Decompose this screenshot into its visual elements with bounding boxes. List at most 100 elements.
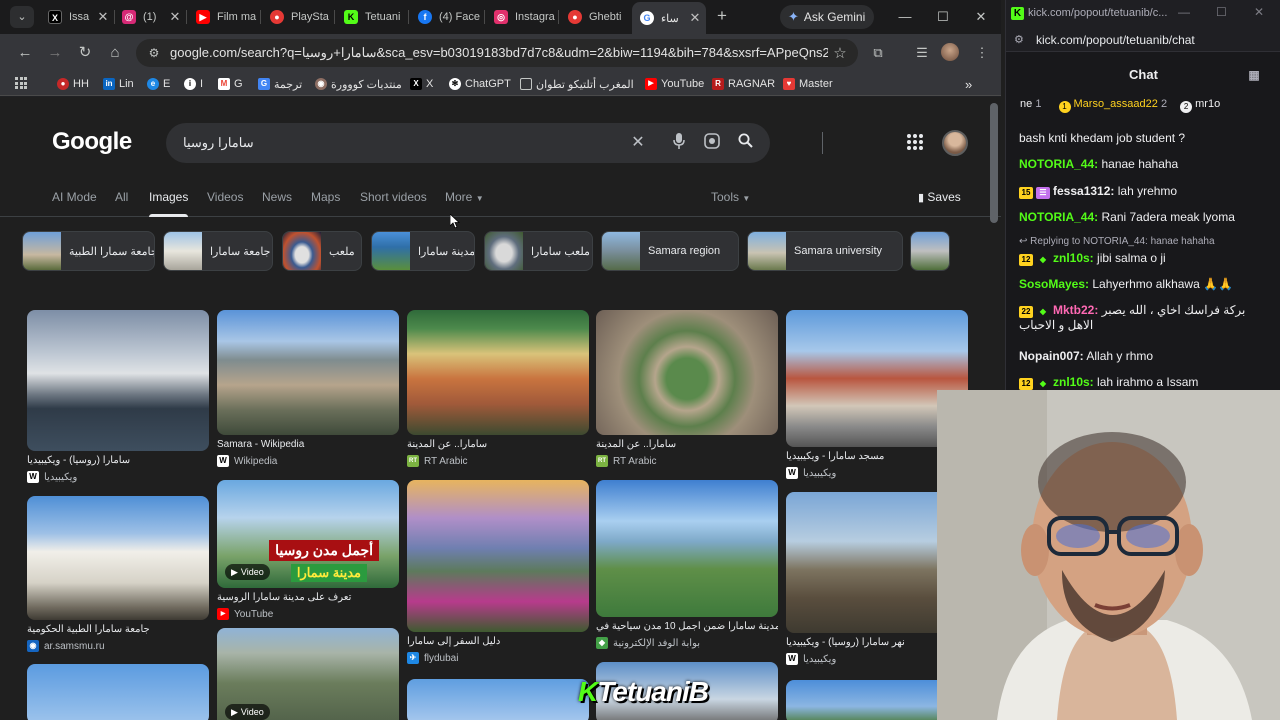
tab-news[interactable]: News — [262, 190, 292, 204]
profile-avatar[interactable] — [941, 43, 959, 61]
google-apps-icon[interactable] — [907, 134, 923, 150]
clear-search-icon[interactable]: ✕ — [628, 133, 648, 153]
more-bookmarks-icon[interactable]: » — [965, 76, 972, 92]
image-result[interactable] — [407, 679, 589, 720]
bookmark-kooora[interactable]: ◉ منتديات كووورة — [315, 76, 402, 92]
video-thumbnail[interactable]: أجمل مدن روسيا مدينة سمارا ▶ Video — [217, 480, 399, 588]
tab-4[interactable]: ● PlaySta — [262, 4, 334, 30]
site-info-icon[interactable]: ⚙ — [142, 46, 166, 60]
bookmark-e[interactable]: eE — [147, 76, 170, 92]
bookmark-linkedin[interactable]: in Lin — [103, 76, 134, 92]
chip-samara-region[interactable]: Samara region — [601, 231, 739, 271]
tab-maps[interactable]: Maps — [311, 190, 340, 204]
reload-icon[interactable]: ↻ — [75, 43, 95, 63]
home-icon[interactable]: ⌂ — [105, 43, 125, 63]
search-query[interactable]: سامارا روسيا — [183, 135, 254, 151]
apps-grid-icon[interactable] — [15, 77, 27, 89]
chip-stadium[interactable]: ملعب — [282, 231, 362, 271]
tab-all[interactable]: All — [115, 190, 128, 204]
tab-more[interactable]: More ▼ — [445, 190, 484, 204]
saves-button[interactable]: ▮ Saves — [918, 190, 961, 204]
tab-images[interactable]: Images — [149, 190, 189, 217]
minimize-icon[interactable]: — — [895, 8, 915, 26]
chip-samara-univ[interactable]: جامعة سامارا — [163, 231, 273, 271]
chip-samara-stadium[interactable]: ملعب سامارا — [484, 231, 593, 271]
image-result[interactable]: سامارا.. عن المدينة RT RT Arabic — [596, 310, 778, 467]
close-window-icon[interactable]: ✕ — [971, 8, 991, 26]
close-tab-icon[interactable]: ✕ — [688, 10, 702, 26]
image-result[interactable]: سامارا (روسيا) - ويكيبيديا W ويكيبيديا — [27, 310, 209, 483]
bookmark-i[interactable]: iI — [184, 76, 203, 92]
back-icon[interactable]: ← — [15, 43, 35, 63]
forward-icon[interactable]: → — [45, 43, 65, 63]
extensions-icon[interactable]: ⧉ — [868, 43, 888, 63]
bookmark-star-icon[interactable]: ☆ — [828, 44, 852, 62]
chip-samara-medical-univ[interactable]: جامعة سمارا الطبية — [22, 231, 155, 271]
image-result-video[interactable]: ▶ Video — [217, 628, 399, 720]
users-icon[interactable]: ▦ — [1247, 68, 1261, 82]
bookmark-gmail[interactable]: MG — [218, 76, 243, 92]
tab-3[interactable]: ▶ Film ma — [188, 4, 260, 30]
reading-list-icon[interactable]: ☰ — [912, 43, 932, 63]
image-thumbnail[interactable] — [217, 310, 399, 435]
google-logo[interactable]: Google — [52, 128, 132, 156]
maximize-icon[interactable]: ☐ — [1216, 5, 1227, 19]
search-icon[interactable] — [735, 133, 755, 153]
chip-samara-university[interactable]: Samara university — [747, 231, 903, 271]
tab-videos[interactable]: Videos — [207, 190, 243, 204]
image-result[interactable]: سامارا.. عن المدينة RT RT Arabic — [407, 310, 589, 467]
image-thumbnail[interactable] — [596, 310, 778, 435]
page-scrollbar[interactable] — [990, 103, 998, 223]
image-result[interactable]: دليل السفر إلى سامارا ✈ flydubai — [407, 480, 589, 664]
bookmark-ragnar[interactable]: R RAGNAR — [712, 76, 775, 92]
site-info-icon[interactable]: ⚙ — [1014, 33, 1024, 46]
close-tab-icon[interactable]: ✕ — [168, 9, 182, 25]
image-result-video[interactable]: أجمل مدن روسيا مدينة سمارا ▶ Video تعرف ع… — [217, 480, 399, 620]
tools-button[interactable]: Tools ▼ — [711, 190, 750, 204]
tab-1[interactable]: X Issa ✕ — [40, 4, 114, 30]
image-thumbnail[interactable] — [27, 310, 209, 451]
image-thumbnail[interactable] — [596, 480, 778, 617]
tab-ai-mode[interactable]: AI Mode — [52, 190, 97, 204]
ask-gemini-button[interactable]: ✦ Ask Gemini — [780, 5, 874, 29]
image-thumbnail[interactable] — [27, 496, 209, 620]
image-thumbnail[interactable] — [27, 664, 209, 720]
lens-search-icon[interactable] — [702, 133, 722, 153]
bookmark-master[interactable]: ♥ Master — [783, 76, 833, 92]
image-result[interactable]: Samara - Wikipedia W Wikipedia — [217, 310, 399, 467]
bookmark-hh[interactable]: ● HH — [57, 76, 89, 92]
maximize-icon[interactable]: ☐ — [933, 8, 953, 26]
close-window-icon[interactable]: ✕ — [1254, 5, 1264, 19]
tab-6[interactable]: f (4) Face — [410, 4, 484, 30]
video-thumbnail[interactable]: ▶ Video — [217, 628, 399, 720]
bookmark-translate[interactable]: G ترجمة — [258, 76, 302, 92]
image-thumbnail[interactable] — [407, 310, 589, 435]
image-result[interactable] — [27, 664, 209, 720]
tab-2[interactable]: @ (1) ✕ — [114, 4, 186, 30]
image-thumbnail[interactable] — [407, 480, 589, 632]
close-tab-icon[interactable]: ✕ — [96, 9, 110, 25]
minimize-icon[interactable]: — — [1178, 5, 1190, 19]
image-result[interactable]: جامعة سامارا الطبية الحكومية ◉ ar.samsmu.… — [27, 496, 209, 652]
tab-search-icon[interactable]: ⌄ — [10, 6, 34, 28]
image-result[interactable]: صور) .. مدينة سامارا ضمن أجمل 10 مدن سيا… — [596, 480, 778, 649]
chip-more[interactable] — [910, 231, 950, 271]
chip-samara-city[interactable]: مدينة سامارا — [371, 231, 475, 271]
tab-7[interactable]: ◎ Instagra — [486, 4, 558, 30]
address-bar[interactable]: ⚙ google.com/search?q=سامارا+روسيا&sca_e… — [136, 39, 858, 67]
bookmark-youtube[interactable]: ▶ YouTube — [645, 76, 704, 92]
new-tab-button[interactable]: + — [712, 7, 732, 27]
menu-kebab-icon[interactable]: ⋮ — [972, 43, 992, 63]
google-account-avatar[interactable] — [942, 130, 968, 156]
bookmark-chatgpt[interactable]: ✻ ChatGPT — [449, 76, 511, 92]
bookmark-folder-tetouan[interactable]: المغرب أتلتيكو تطوان — [520, 76, 634, 92]
voice-search-icon[interactable] — [669, 133, 689, 153]
tab-8[interactable]: ● Ghebti — [560, 4, 632, 30]
image-thumbnail[interactable] — [407, 679, 589, 720]
tab-short-videos[interactable]: Short videos — [360, 190, 427, 204]
bookmark-x[interactable]: XX — [410, 76, 433, 92]
tab-5[interactable]: K Tetuani — [336, 4, 408, 30]
url-text[interactable]: google.com/search?q=سامارا+روسيا&sca_esv… — [166, 45, 828, 61]
tab-active-google[interactable]: G ساء ✕ — [632, 2, 706, 34]
search-box[interactable]: سامارا روسيا ✕ — [166, 123, 823, 163]
